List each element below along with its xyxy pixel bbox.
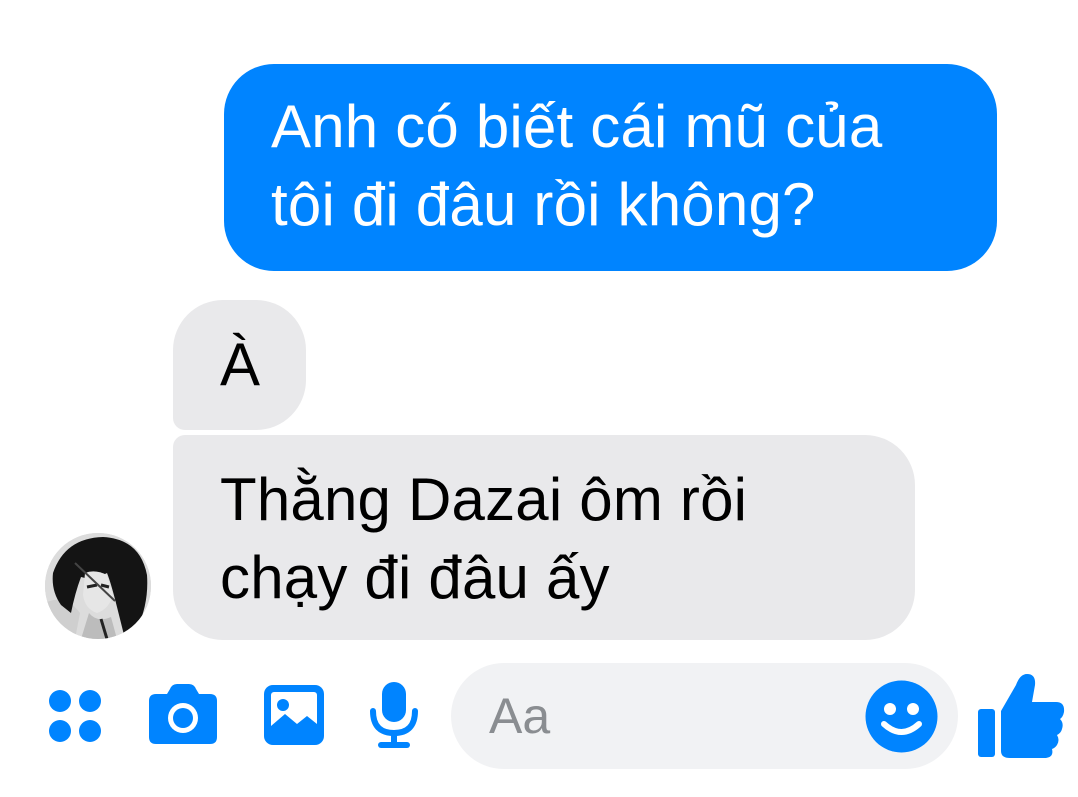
incoming-message-bubble[interactable]: À <box>173 300 306 430</box>
input-placeholder: Aa <box>489 688 551 744</box>
emoji-icon[interactable] <box>865 680 938 753</box>
message-line: Anh có biết cái mũ của <box>271 93 883 160</box>
message-line: chạy đi đâu ấy <box>220 544 610 611</box>
like-icon[interactable] <box>976 671 1066 759</box>
incoming-message-bubble[interactable]: Thằng Dazai ôm rồi chạy đi đâu ấy <box>173 435 915 640</box>
chat-window: Anh có biết cái mũ của tôi đi đâu rồi kh… <box>0 0 1078 797</box>
message-input[interactable]: Aa <box>451 663 958 769</box>
image-icon[interactable] <box>263 684 325 746</box>
microphone-icon[interactable] <box>368 681 420 749</box>
message-line: Thằng Dazai ôm rồi <box>220 466 748 533</box>
avatar[interactable] <box>45 533 151 639</box>
message-line: À <box>220 331 261 398</box>
message-line: tôi đi đâu rồi không? <box>271 171 816 238</box>
apps-icon[interactable] <box>45 686 105 746</box>
avatar-image <box>45 533 151 639</box>
outgoing-message-bubble[interactable]: Anh có biết cái mũ của tôi đi đâu rồi kh… <box>224 64 997 271</box>
camera-icon[interactable] <box>148 683 218 745</box>
